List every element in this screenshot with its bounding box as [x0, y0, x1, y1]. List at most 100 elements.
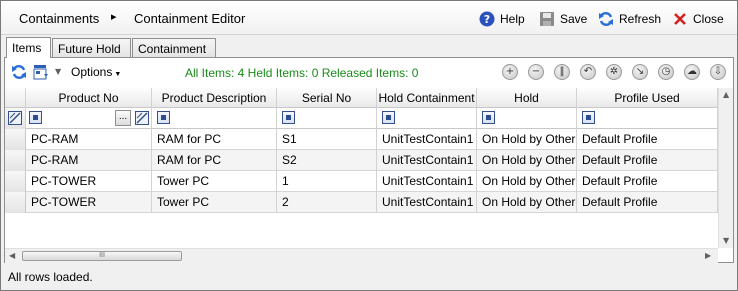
- status-bar: All rows loaded.: [1, 264, 737, 290]
- filter-operator-icon[interactable]: [29, 111, 42, 124]
- undo-icon[interactable]: ↶: [580, 64, 596, 80]
- items-grid: Product No Product Description Serial No…: [5, 88, 733, 248]
- svg-text:?: ?: [484, 13, 490, 26]
- cell-serial-no[interactable]: 1: [277, 171, 377, 192]
- cell-profile-used[interactable]: Default Profile: [577, 150, 718, 171]
- column-header-hold[interactable]: Hold: [477, 88, 577, 108]
- cell-profile-used[interactable]: Default Profile: [577, 171, 718, 192]
- save-label: Save: [560, 12, 588, 26]
- close-button[interactable]: Close: [672, 9, 724, 29]
- cell-hold-containment[interactable]: UnitTestContain1: [377, 129, 477, 150]
- tab-future-hold[interactable]: Future Hold: [52, 38, 131, 58]
- scroll-left-icon[interactable]: ◀: [9, 251, 15, 260]
- table-row[interactable]: PC-RAM RAM for PC S2 UnitTestContain1 On…: [5, 150, 733, 171]
- clock-icon[interactable]: ◷: [658, 64, 674, 80]
- clear-filter-icon[interactable]: [135, 111, 149, 125]
- layout-dropdown-icon[interactable]: ▼: [55, 67, 61, 76]
- cell-product-description[interactable]: Tower PC: [152, 192, 277, 213]
- filter-cell-hold[interactable]: [477, 108, 577, 129]
- scroll-down-icon[interactable]: ▼: [723, 236, 729, 245]
- filter-cell-hold-containment[interactable]: [377, 108, 477, 129]
- items-summary: All Items: 4 Held Items: 0 Released Item…: [185, 66, 419, 80]
- cell-hold[interactable]: On Hold by Other: [477, 129, 577, 150]
- breadcrumb-containments[interactable]: Containments: [19, 11, 99, 26]
- refresh-button[interactable]: Refresh: [598, 9, 661, 29]
- column-header-serial-no[interactable]: Serial No: [277, 88, 377, 108]
- grid-header-row: Product No Product Description Serial No…: [5, 88, 733, 108]
- remove-icon[interactable]: −: [528, 64, 544, 80]
- cell-hold[interactable]: On Hold by Other: [477, 150, 577, 171]
- export-icon[interactable]: ↘: [632, 64, 648, 80]
- horizontal-scroll-thumb[interactable]: III: [22, 251, 182, 261]
- cell-product-no[interactable]: PC-TOWER: [26, 192, 152, 213]
- download-icon[interactable]: ⇩: [710, 64, 726, 80]
- options-menu[interactable]: Options ▼: [71, 65, 121, 79]
- add-icon[interactable]: +: [502, 64, 518, 80]
- settings-icon[interactable]: ✲: [606, 64, 622, 80]
- cloud-icon[interactable]: ☁: [684, 64, 700, 80]
- save-icon: [540, 12, 554, 26]
- table-row[interactable]: PC-TOWER Tower PC 1 UnitTestContain1 On …: [5, 171, 733, 192]
- filter-operator-icon[interactable]: [482, 111, 495, 124]
- cell-hold-containment[interactable]: UnitTestContain1: [377, 192, 477, 213]
- scroll-up-icon[interactable]: ▲: [723, 90, 729, 99]
- tab-items[interactable]: Items: [6, 37, 51, 58]
- cell-product-description[interactable]: Tower PC: [152, 171, 277, 192]
- column-header-profile-used[interactable]: Profile Used: [577, 88, 718, 108]
- cell-serial-no[interactable]: S2: [277, 150, 377, 171]
- table-row[interactable]: PC-TOWER Tower PC 2 UnitTestContain1 On …: [5, 192, 733, 213]
- filter-cell-serial-no[interactable]: [277, 108, 377, 129]
- cell-serial-no[interactable]: 2: [277, 192, 377, 213]
- pause-icon[interactable]: ‖: [554, 64, 570, 80]
- cell-hold[interactable]: On Hold by Other: [477, 192, 577, 213]
- row-selector[interactable]: [5, 150, 26, 171]
- items-panel: ▼ Options ▼ All Items: 4 Held Items: 0 Re…: [4, 57, 734, 263]
- column-header-hold-containment[interactable]: Hold Containment: [377, 88, 477, 108]
- filter-operator-icon[interactable]: [582, 111, 595, 124]
- horizontal-scrollbar[interactable]: ◀ III ▶: [5, 248, 718, 263]
- cell-hold-containment[interactable]: UnitTestContain1: [377, 150, 477, 171]
- options-label: Options: [71, 65, 113, 79]
- close-label: Close: [693, 12, 724, 26]
- vertical-scrollbar[interactable]: ▲ ▼: [718, 88, 733, 248]
- row-selector[interactable]: [5, 192, 26, 213]
- help-button[interactable]: ? Help: [479, 9, 525, 29]
- options-dropdown-icon: ▼: [114, 71, 122, 78]
- containment-editor-window: Containments ▸ Containment Editor ? Help…: [0, 0, 738, 291]
- refresh-icon[interactable]: [11, 64, 27, 80]
- cell-product-description[interactable]: RAM for PC: [152, 150, 277, 171]
- cell-product-no[interactable]: PC-TOWER: [26, 171, 152, 192]
- row-selector[interactable]: [5, 129, 26, 150]
- column-header-product-no[interactable]: Product No: [26, 88, 152, 108]
- scroll-right-icon[interactable]: ▶: [705, 251, 711, 260]
- filter-browse-button[interactable]: ...: [115, 110, 131, 126]
- filter-cell-product-no[interactable]: ...: [26, 108, 152, 129]
- cell-hold-containment[interactable]: UnitTestContain1: [377, 171, 477, 192]
- header-bar: Containments ▸ Containment Editor ? Help…: [1, 1, 737, 35]
- filter-operator-icon[interactable]: [282, 111, 295, 124]
- tab-containment[interactable]: Containment: [132, 38, 216, 58]
- filter-cell-product-description[interactable]: [152, 108, 277, 129]
- cell-profile-used[interactable]: Default Profile: [577, 129, 718, 150]
- save-button[interactable]: Save: [539, 9, 587, 29]
- table-row[interactable]: PC-RAM RAM for PC S1 UnitTestContain1 On…: [5, 129, 733, 150]
- grid-toolbar: ▼ Options ▼ All Items: 4 Held Items: 0 Re…: [5, 58, 733, 86]
- column-header-product-description[interactable]: Product Description: [152, 88, 277, 108]
- cell-product-description[interactable]: RAM for PC: [152, 129, 277, 150]
- cell-profile-used[interactable]: Default Profile: [577, 192, 718, 213]
- layout-icon[interactable]: [33, 64, 49, 80]
- refresh-label: Refresh: [619, 12, 662, 26]
- cell-hold[interactable]: On Hold by Other: [477, 171, 577, 192]
- cell-product-no[interactable]: PC-RAM: [26, 129, 152, 150]
- filter-operator-icon[interactable]: [157, 111, 170, 124]
- row-selector[interactable]: [5, 171, 26, 192]
- cell-product-no[interactable]: PC-RAM: [26, 150, 152, 171]
- close-icon: [674, 13, 686, 25]
- filter-operator-icon[interactable]: [382, 111, 395, 124]
- clear-filter-icon[interactable]: [8, 111, 22, 125]
- breadcrumb-separator-icon: ▸: [111, 11, 117, 23]
- filter-row: ...: [5, 108, 733, 129]
- refresh-icon: [599, 12, 613, 26]
- cell-serial-no[interactable]: S1: [277, 129, 377, 150]
- filter-cell-profile-used[interactable]: [577, 108, 718, 129]
